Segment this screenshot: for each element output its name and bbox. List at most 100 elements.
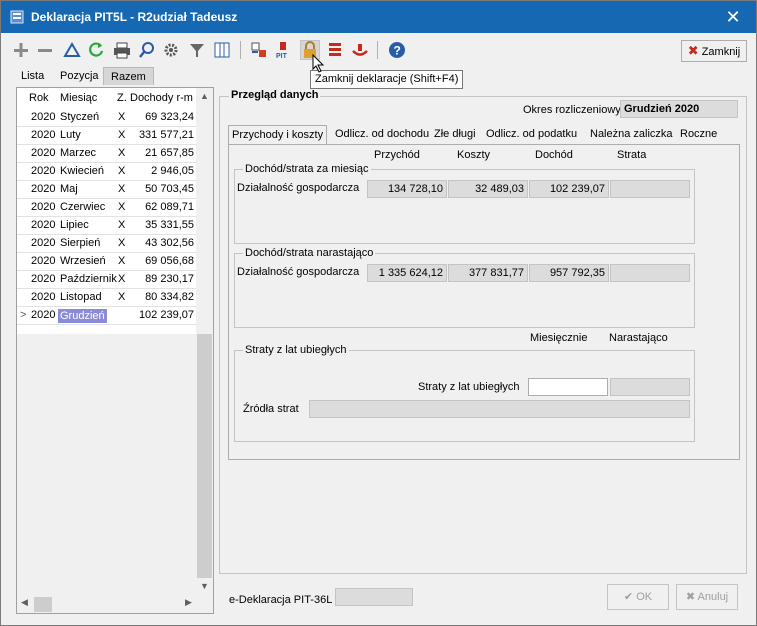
cancel-button-label: Anuluj — [697, 591, 729, 603]
cell-value: 331 577,21 — [138, 129, 194, 141]
grid-header: Rok Miesiąc Z. Dochody r-m — [17, 88, 197, 109]
cell-year: 2020 — [31, 165, 56, 177]
group-losses-title: Straty z lat ubiegłych — [243, 344, 349, 356]
cell-month: Luty — [60, 129, 81, 141]
field-koszty: 377 831,77 — [448, 264, 528, 282]
cell-value: 62 089,71 — [145, 201, 194, 213]
cell-value: 89 230,17 — [145, 273, 194, 285]
close-button-label: Zamknij — [701, 46, 741, 58]
window-title: Deklaracja PIT5L - R2udział Tadeusz — [31, 10, 238, 24]
window-close-button[interactable]: ✕ — [710, 1, 756, 33]
period-field: Grudzień 2020 — [620, 100, 738, 118]
losses-label: Straty z lat ubiegłych — [418, 381, 520, 393]
scroll-right-icon[interactable]: ▶ — [185, 597, 192, 608]
horizontal-scrollbar[interactable]: ◀ ▶ — [17, 596, 213, 613]
cell-year: 2020 — [31, 309, 56, 321]
tab-zle-dlugi[interactable]: Złe długi — [431, 125, 479, 144]
table-row[interactable]: 2020 Czerwiec X 62 089,71 — [17, 199, 197, 217]
tab-odlicz-dochodu[interactable]: Odlicz. od dochodu — [332, 125, 432, 144]
cell-year: 2020 — [31, 111, 56, 123]
plus-icon[interactable] — [11, 40, 31, 60]
cell-z: X — [118, 219, 126, 231]
filter-icon[interactable] — [187, 40, 207, 60]
cell-year: 2020 — [31, 219, 56, 231]
tab-przychody[interactable]: Przychody i koszty — [228, 125, 328, 145]
tab-nalezna-zaliczka[interactable]: Należna zaliczka — [587, 125, 676, 144]
header-z[interactable]: Z. — [117, 92, 127, 104]
table-row[interactable]: 2020 Lipiec X 35 331,55 — [17, 217, 197, 235]
header-rok[interactable]: Rok — [29, 92, 49, 104]
table-row-selected[interactable]: > 2020 Grudzień 102 239,07 — [17, 307, 197, 325]
cell-month: Styczeń — [60, 111, 100, 123]
table-row[interactable]: 2020 Styczeń X 69 323,24 — [17, 109, 197, 127]
scroll-left-icon[interactable]: ◀ — [21, 597, 28, 608]
table-row[interactable]: 2020 Sierpień X 43 302,56 — [17, 235, 197, 253]
cell-value: 69 323,24 — [145, 111, 194, 123]
scroll-thumb[interactable] — [34, 597, 52, 612]
cell-year: 2020 — [31, 129, 56, 141]
vertical-scrollbar[interactable]: ▲ ▼ — [196, 88, 213, 597]
field-przychod: 134 728,10 — [367, 180, 447, 198]
cell-year: 2020 — [31, 291, 56, 303]
cell-value: 2 946,05 — [151, 165, 194, 177]
cancel-icon: ✖ — [685, 591, 696, 603]
cell-year: 2020 — [31, 201, 56, 213]
table-row[interactable]: 2020 Luty X 331 577,21 — [17, 127, 197, 145]
pit-red-icon[interactable] — [350, 40, 370, 60]
table-row[interactable]: 2020 Listopad X 80 334,82 — [17, 289, 197, 307]
tab-pozycja[interactable]: Pozycja — [53, 67, 106, 85]
cell-z: X — [118, 291, 126, 303]
col-narastajaco: Narastająco — [609, 332, 668, 344]
col-miesiecznie: Miesięcznie — [530, 332, 588, 344]
triangle-icon[interactable] — [62, 40, 82, 60]
pit-icon[interactable]: PIT — [274, 40, 294, 60]
table-row[interactable]: 2020 Kwiecień X 2 946,05 — [17, 163, 197, 181]
print-icon[interactable] — [112, 40, 132, 60]
cell-month: Maj — [60, 183, 78, 195]
losses-cumulative-field — [610, 378, 690, 396]
close-button[interactable]: ✖ Zamknij — [681, 40, 747, 62]
field-strata — [610, 180, 690, 198]
col-przychod: Przychód — [374, 149, 420, 161]
tab-odlicz-podatku[interactable]: Odlicz. od podatku — [483, 125, 580, 144]
field-dochod: 957 792,35 — [529, 264, 609, 282]
gear-icon[interactable] — [161, 40, 181, 60]
header-dochody[interactable]: Dochody r-m — [130, 92, 193, 104]
ok-button[interactable]: ✔ OK — [607, 584, 669, 610]
grid-pit-icon[interactable] — [249, 40, 269, 60]
cell-value: 43 302,56 — [145, 237, 194, 249]
losses-monthly-field[interactable] — [528, 378, 608, 396]
edeklaracja-field — [335, 588, 413, 606]
refresh-icon[interactable] — [86, 40, 106, 60]
cell-month: Kwiecień — [60, 165, 105, 177]
table-row[interactable]: 2020 Marzec X 21 657,85 — [17, 145, 197, 163]
header-miesiac[interactable]: Miesiąc — [60, 92, 97, 104]
tab-lista[interactable]: Lista — [14, 67, 51, 85]
table-row[interactable]: 2020 Wrzesień X 69 056,68 — [17, 253, 197, 271]
scroll-down-icon[interactable]: ▼ — [196, 581, 213, 591]
svg-text:?: ? — [394, 44, 401, 58]
stack-icon[interactable] — [325, 40, 345, 60]
table-row[interactable]: 2020 Październik X 89 230,17 — [17, 271, 197, 289]
cell-z: X — [118, 147, 126, 159]
help-icon[interactable]: ? — [387, 40, 407, 60]
cell-month: Lipiec — [60, 219, 89, 231]
tab-razem[interactable]: Razem — [103, 67, 154, 85]
scroll-thumb[interactable] — [197, 334, 212, 578]
columns-icon[interactable] — [212, 40, 232, 60]
tab-roczne[interactable]: Roczne — [677, 125, 720, 144]
minus-icon[interactable] — [35, 40, 55, 60]
cell-month: Czerwiec — [60, 201, 106, 213]
scroll-up-icon[interactable]: ▲ — [196, 91, 213, 101]
cell-month: Sierpień — [60, 237, 101, 249]
col-dochod: Dochód — [535, 149, 573, 161]
search-icon[interactable] — [137, 40, 157, 60]
table-row[interactable]: 2020 Maj X 50 703,45 — [17, 181, 197, 199]
toolbar-separator — [240, 41, 241, 59]
cell-value: 50 703,45 — [145, 183, 194, 195]
cell-z: X — [118, 237, 126, 249]
group-losses: Straty z lat ubiegłych Straty z lat ubie… — [234, 344, 695, 442]
app-window: Deklaracja PIT5L - R2udział Tadeusz ✕ PI… — [0, 0, 757, 626]
cancel-button[interactable]: ✖ Anuluj — [676, 584, 738, 610]
field-strata — [610, 264, 690, 282]
